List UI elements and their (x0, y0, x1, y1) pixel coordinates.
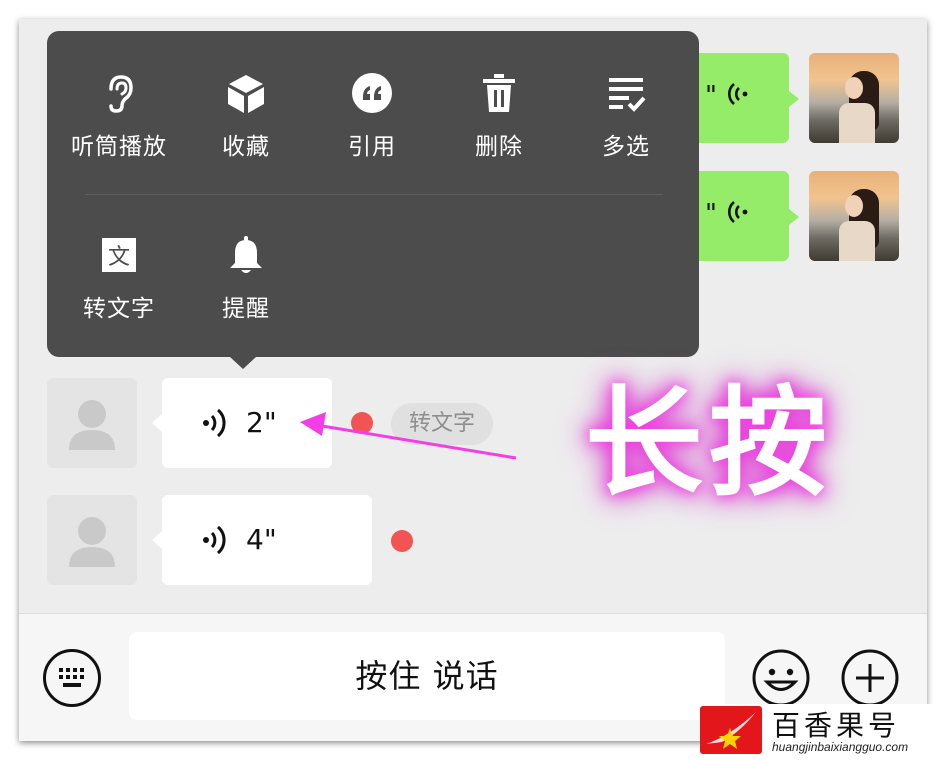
default-avatar-icon (69, 517, 115, 567)
ear-icon (109, 75, 133, 113)
menu-item-label: 多选 (602, 134, 650, 160)
avatar[interactable] (47, 495, 137, 585)
voice-duration: 4" (246, 523, 277, 556)
default-avatar-icon (69, 400, 115, 450)
menu-item-to-text[interactable]: 文 转文字 (56, 233, 182, 323)
keyboard-icon (59, 668, 84, 687)
menu-item-label: 转文字 (83, 296, 155, 322)
context-menu: 听筒播放 收藏 引用 删除 多选 文 转文字 提醒 (47, 31, 699, 357)
svg-text:文: 文 (108, 245, 130, 270)
brand-logo (700, 706, 762, 754)
unread-dot (351, 412, 373, 434)
menu-item-delete[interactable]: 删除 (436, 71, 562, 161)
avatar[interactable] (47, 378, 137, 468)
long-press-annotation: 长按 (585, 374, 834, 512)
menu-item-label: 收藏 (222, 134, 270, 160)
voice-wave-icon (203, 525, 226, 555)
star-icon (706, 712, 756, 749)
bell-icon (230, 236, 262, 273)
menu-item-label: 听筒播放 (71, 134, 167, 160)
menu-item-label: 引用 (348, 134, 396, 160)
menu-pointer (230, 357, 256, 369)
menu-item-quote[interactable]: 引用 (309, 71, 435, 161)
bubble-tail (789, 209, 799, 225)
bubble-tail (152, 531, 162, 549)
hold-to-talk-button[interactable]: 按住 说话 (129, 632, 725, 720)
voice-duration: 2" (246, 406, 277, 439)
menu-item-earpiece[interactable]: 听筒播放 (56, 71, 182, 161)
plus-icon[interactable] (841, 649, 899, 707)
avatar[interactable] (809, 53, 899, 143)
received-voice-bubble-2[interactable]: 4" (162, 495, 372, 585)
menu-item-remind[interactable]: 提醒 (183, 233, 309, 323)
menu-item-label: 提醒 (222, 296, 270, 322)
to-text-pill[interactable]: 转文字 (391, 403, 494, 445)
avatar[interactable] (809, 171, 899, 261)
received-voice-bubble-1[interactable]: 2" (162, 378, 332, 468)
voice-duration: " (705, 81, 717, 111)
bubble-tail (789, 91, 799, 107)
menu-item-label: 删除 (475, 134, 523, 160)
voice-wave-icon (728, 83, 748, 105)
unread-dot (391, 530, 413, 552)
bubble-tail (152, 414, 162, 432)
translate-text-icon: 文 (102, 238, 136, 272)
voice-duration: " (705, 199, 717, 229)
cube-icon (228, 75, 264, 113)
voice-wave-icon (728, 201, 748, 223)
keyboard-button[interactable] (43, 649, 101, 707)
voice-wave-icon (203, 408, 226, 438)
quote-icon (352, 73, 392, 113)
menu-divider (85, 194, 663, 195)
trash-icon (483, 74, 515, 112)
menu-item-favorite[interactable]: 收藏 (183, 71, 309, 161)
watermark-title: 百香果号 (772, 709, 901, 742)
menu-item-multiselect[interactable]: 多选 (563, 71, 689, 161)
emoji-icon[interactable] (752, 649, 810, 707)
multi-select-icon (609, 78, 646, 112)
watermark: 百香果号 huangjinbaixiangguo.com (700, 704, 946, 760)
watermark-url: huangjinbaixiangguo.com (772, 740, 909, 754)
